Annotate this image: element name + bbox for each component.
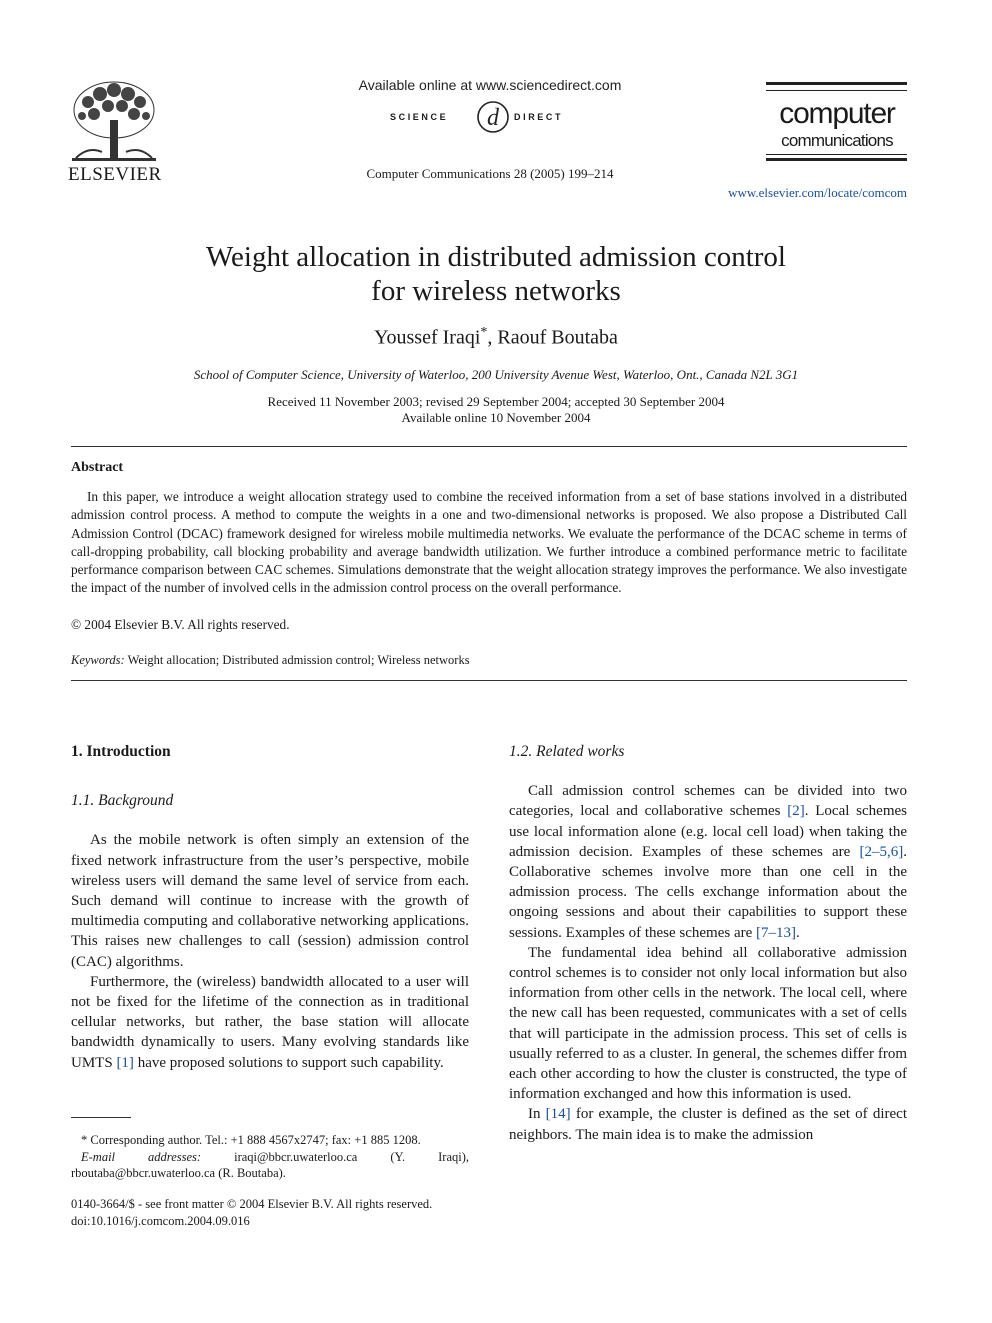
author-separator: ,	[487, 326, 498, 349]
citation-link[interactable]: [2–5,6]	[860, 844, 904, 860]
journal-logo-rule	[766, 154, 907, 155]
keywords: Keywords: Weight allocation; Distributed…	[71, 653, 470, 668]
email-label: E-mail addresses:	[81, 1149, 202, 1164]
abstract-copyright: © 2004 Elsevier B.V. All rights reserved…	[71, 617, 290, 632]
elsevier-tree-logo	[68, 80, 160, 162]
keywords-label: Keywords:	[71, 653, 125, 667]
author-name: Raouf Boutaba	[497, 326, 618, 349]
subsection-heading: 1.2. Related works	[509, 743, 625, 760]
paragraph: In [14] for example, the cluster is defi…	[509, 1104, 907, 1144]
svg-text:d: d	[487, 105, 500, 131]
sciencedirect-logo: SCIENCE d DIRECT	[390, 100, 590, 136]
journal-reference: Computer Communications 28 (2005) 199–21…	[366, 166, 614, 181]
citation-link[interactable]: [7–13]	[756, 925, 796, 941]
paragraph: Furthermore, the (wireless) bandwidth al…	[71, 972, 469, 1073]
footnote: * Corresponding author. Tel.: +1 888 456…	[71, 1132, 469, 1182]
affiliation: School of Computer Science, University o…	[193, 367, 799, 382]
journal-logo-rule	[766, 158, 907, 161]
right-column: 1.2. Related works Call admission contro…	[509, 742, 907, 1145]
article-title: Weight allocation in distributed admissi…	[96, 240, 896, 308]
abstract-body: In this paper, we introduce a weight all…	[71, 489, 907, 596]
paragraph-text: have proposed solutions to support such …	[133, 1054, 444, 1071]
subsection-heading: 1.1. Background	[71, 792, 174, 810]
history-dates: Received 11 November 2003; revised 29 Se…	[267, 394, 725, 409]
paragraph-text: .	[796, 924, 800, 941]
author-list: Youssef Iraqi*, Raouf Boutaba	[96, 325, 896, 350]
footnote-rule	[71, 1117, 131, 1118]
sciencedirect-left-word: SCIENCE	[390, 112, 449, 122]
available-online-date: Available online 10 November 2004	[401, 410, 591, 425]
author-name: Youssef Iraqi	[374, 326, 481, 349]
journal-logo-rule	[766, 82, 907, 85]
doi-line: doi:10.1016/j.comcom.2004.09.016	[71, 1214, 250, 1228]
article-history: Received 11 November 2003; revised 29 Se…	[96, 394, 896, 426]
divider	[71, 680, 907, 681]
journal-logo-title: computer	[779, 97, 896, 130]
front-matter-info: 0140-3664/$ - see front matter © 2004 El…	[71, 1196, 469, 1230]
citation-link[interactable]: [1]	[116, 1055, 134, 1071]
issn-line: 0140-3664/$ - see front matter © 2004 El…	[71, 1197, 433, 1211]
journal-url-link[interactable]: www.elsevier.com/locate/comcom	[700, 185, 907, 201]
paragraph: As the mobile network is often simply an…	[71, 832, 469, 970]
email-note: E-mail addresses: iraqi@bbcr.uwaterloo.c…	[71, 1149, 469, 1182]
citation-link[interactable]: [2]	[787, 803, 805, 819]
keywords-list: Weight allocation; Distributed admission…	[127, 653, 470, 667]
title-line-1: Weight allocation in distributed admissi…	[206, 241, 786, 273]
available-online-text: Available online at www.sciencedirect.co…	[358, 77, 622, 93]
paragraph-text: In	[528, 1106, 546, 1123]
sciencedirect-d-icon: d	[477, 101, 509, 133]
corresponding-author-note: * Corresponding author. Tel.: +1 888 456…	[81, 1133, 421, 1147]
journal-logo-subtitle: communications	[781, 131, 893, 150]
left-column: 1. Introduction 1.1. Background As the m…	[71, 742, 469, 1073]
journal-logo-rule	[766, 90, 907, 91]
paragraph: The fundamental idea behind all collabor…	[509, 944, 907, 1103]
divider	[71, 446, 907, 447]
paragraph: Call admission control schemes can be di…	[509, 781, 907, 943]
sciencedirect-right-word: DIRECT	[514, 112, 564, 122]
section-heading: 1. Introduction	[71, 743, 171, 760]
abstract-heading: Abstract	[71, 460, 124, 475]
title-line-2: for wireless networks	[371, 275, 621, 307]
citation-link[interactable]: [14]	[546, 1106, 571, 1122]
publisher-name: ELSEVIER	[68, 164, 162, 185]
